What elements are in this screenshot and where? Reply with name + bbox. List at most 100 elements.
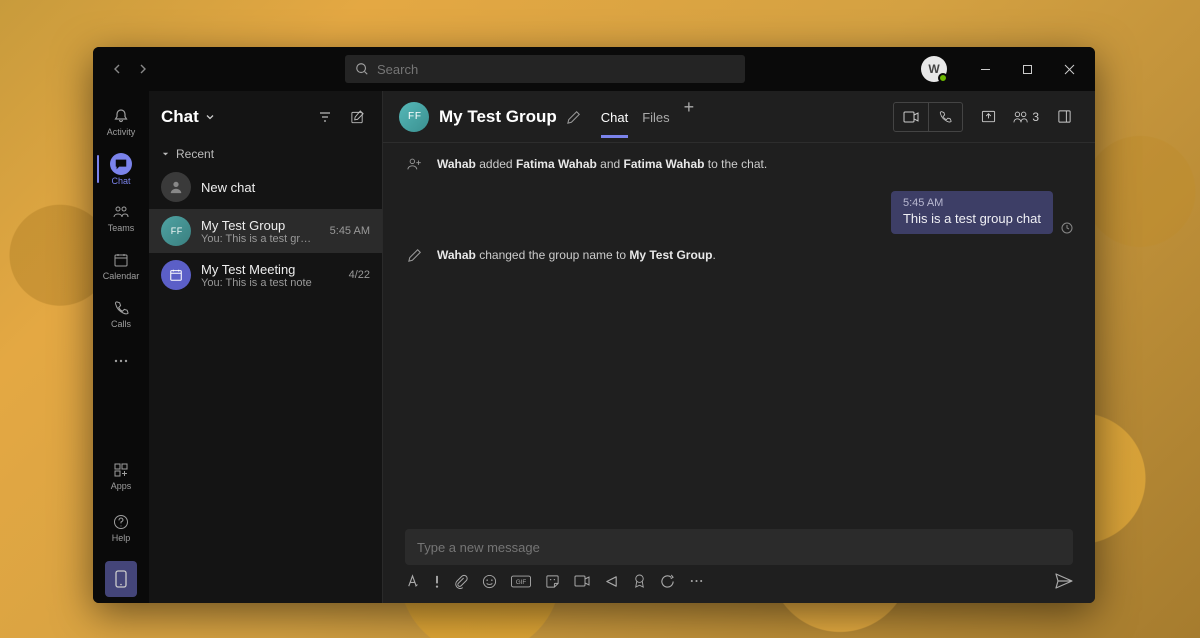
section-recent[interactable]: Recent [149, 143, 382, 165]
compose-icon [350, 110, 365, 125]
rail-chat[interactable]: Chat [97, 145, 145, 193]
stream-icon [604, 574, 619, 589]
meet-button[interactable] [574, 575, 590, 588]
compose-input[interactable] [417, 540, 1061, 555]
rail-calls[interactable]: Calls [97, 289, 145, 337]
minimize-icon [980, 64, 991, 75]
rail-label: Teams [108, 223, 135, 233]
main-area: Activity Chat Teams Calendar [93, 91, 1095, 603]
praise-icon [633, 574, 646, 589]
conversation-panel: F F My Test Group Chat Files + [383, 91, 1095, 603]
bell-icon [111, 106, 131, 126]
add-tab-button[interactable]: + [684, 95, 695, 138]
sticker-icon [545, 574, 560, 589]
system-message-rename: Wahab changed the group name to My Test … [405, 248, 1073, 262]
send-button[interactable] [1055, 573, 1073, 589]
emoji-icon [482, 574, 497, 589]
edit-title-button[interactable] [567, 110, 581, 124]
priority-icon [434, 574, 440, 589]
open-pane-button[interactable] [1049, 103, 1079, 131]
chat-row-group[interactable]: F F My Test Group You: This is a test gr… [149, 209, 382, 253]
search-input[interactable] [377, 62, 735, 77]
chat-preview: You: This is a test note [201, 277, 335, 289]
format-button[interactable] [405, 574, 420, 589]
emoji-button[interactable] [482, 574, 497, 589]
share-button[interactable] [973, 103, 1003, 131]
conversation-header: F F My Test Group Chat Files + [383, 91, 1095, 143]
attach-icon [454, 574, 468, 589]
system-text: Wahab changed the group name to My Test … [437, 248, 716, 262]
meeting-avatar-icon [161, 260, 191, 290]
approvals-button[interactable] [660, 574, 675, 589]
more-actions-button[interactable] [689, 579, 704, 583]
rail-more[interactable] [97, 337, 145, 385]
filter-button[interactable] [312, 104, 338, 130]
minimize-button[interactable] [965, 53, 1005, 85]
back-button[interactable] [105, 57, 129, 81]
pencil-icon [405, 248, 425, 262]
chat-list-panel: Chat Recent [149, 91, 383, 603]
more-icon [111, 351, 131, 371]
maximize-button[interactable] [1007, 53, 1047, 85]
help-icon [111, 512, 131, 532]
tab-chat[interactable]: Chat [601, 95, 628, 138]
chat-row-meeting[interactable]: My Test Meeting You: This is a test note… [149, 253, 382, 297]
phone-icon [939, 110, 952, 123]
more-icon [689, 579, 704, 583]
stream-button[interactable] [604, 574, 619, 589]
messages-area: Wahab added Fatima Wahab and Fatima Waha… [383, 143, 1095, 519]
chat-time: 5:45 AM [330, 225, 370, 237]
priority-button[interactable] [434, 574, 440, 589]
rail-teams[interactable]: Teams [97, 193, 145, 241]
rail-label: Chat [111, 176, 130, 186]
message-time: 5:45 AM [903, 197, 1041, 209]
pencil-icon [567, 110, 581, 124]
chat-name: New chat [201, 180, 370, 195]
rail-label: Help [112, 533, 131, 543]
chevron-right-icon [137, 63, 149, 75]
mobile-icon [115, 570, 127, 588]
sticker-button[interactable] [545, 574, 560, 589]
chat-name: My Test Group [201, 218, 316, 233]
rail-help[interactable]: Help [97, 503, 145, 551]
attach-button[interactable] [454, 574, 468, 589]
conversation-title: My Test Group [439, 107, 557, 127]
message-bubble[interactable]: 5:45 AM This is a test group chat [891, 191, 1053, 234]
phone-icon [111, 298, 131, 318]
chat-row-new[interactable]: New chat [149, 165, 382, 209]
search-icon [355, 62, 369, 76]
rail-apps[interactable]: Apps [97, 451, 145, 499]
participant-count: 3 [1032, 110, 1039, 124]
praise-button[interactable] [633, 574, 646, 589]
app-rail: Activity Chat Teams Calendar [93, 91, 149, 603]
chat-name: My Test Meeting [201, 262, 335, 277]
maximize-icon [1022, 64, 1033, 75]
rail-mobile-button[interactable] [105, 561, 137, 597]
teams-icon [111, 202, 131, 222]
close-icon [1064, 64, 1075, 75]
compose-toolbar: GIF [405, 573, 1073, 589]
composer: GIF [383, 519, 1095, 603]
rail-activity[interactable]: Activity [97, 97, 145, 145]
chevron-down-icon [205, 112, 215, 122]
profile-avatar[interactable]: W [921, 56, 947, 82]
search-box[interactable] [345, 55, 745, 83]
gif-button[interactable]: GIF [511, 575, 531, 588]
participants-button[interactable]: 3 [1013, 110, 1039, 124]
chevron-left-icon [111, 63, 123, 75]
chat-time: 4/22 [349, 269, 370, 281]
audio-call-button[interactable] [928, 103, 962, 131]
rail-calendar[interactable]: Calendar [97, 241, 145, 289]
chatlist-dropdown[interactable] [205, 112, 215, 122]
new-chat-button[interactable] [344, 104, 370, 130]
tab-files[interactable]: Files [642, 95, 669, 138]
format-icon [405, 574, 420, 589]
read-receipt-icon [1061, 222, 1073, 234]
rail-label: Calls [111, 319, 131, 329]
rail-label: Apps [111, 481, 132, 491]
close-button[interactable] [1049, 53, 1089, 85]
video-call-button[interactable] [894, 103, 928, 131]
compose-box[interactable] [405, 529, 1073, 565]
call-button-group [893, 102, 963, 132]
forward-button[interactable] [131, 57, 155, 81]
